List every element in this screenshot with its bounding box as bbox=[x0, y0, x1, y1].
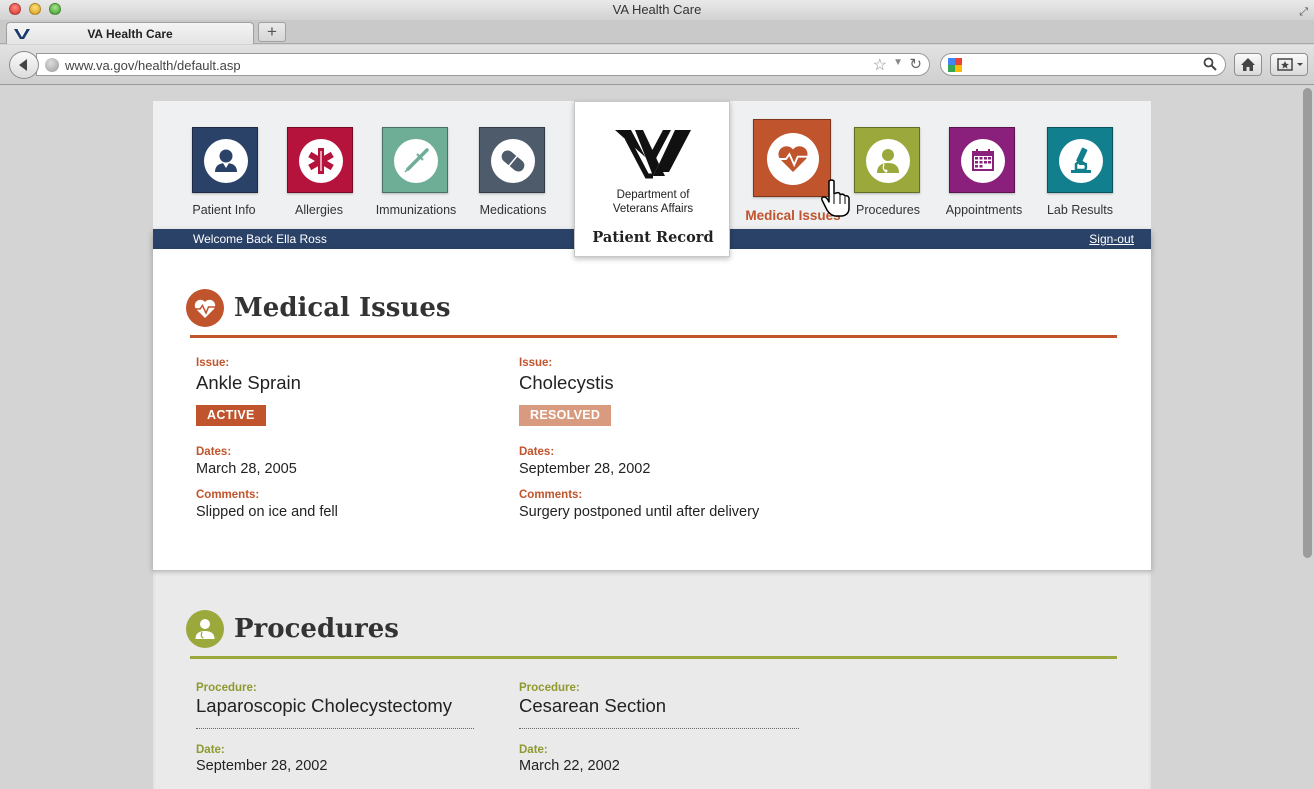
issue-name: Cholecystis bbox=[519, 372, 614, 393]
window-titlebar: VA Health Care ⤢ bbox=[0, 0, 1314, 20]
dates-label: Dates: bbox=[519, 446, 555, 458]
date-value: March 22, 2002 bbox=[519, 758, 620, 774]
nav-label-patient-info[interactable]: Patient Info bbox=[169, 203, 279, 217]
medical-issues-section: Medical Issues Issue: Ankle Sprain ACTIV… bbox=[153, 249, 1151, 570]
search-icon[interactable] bbox=[1203, 57, 1217, 71]
procedure-divider bbox=[196, 728, 474, 729]
status-badge: ACTIVE bbox=[196, 405, 266, 426]
pill-icon bbox=[491, 139, 535, 183]
reload-icon[interactable]: ↻ bbox=[909, 55, 922, 73]
navigation-toolbar: www.va.gov/health/default.asp ☆ ▼ ↻ bbox=[0, 45, 1314, 85]
globe-icon bbox=[45, 58, 59, 72]
procedure-divider bbox=[519, 728, 799, 729]
search-bar[interactable] bbox=[940, 53, 1226, 76]
hand-cursor-icon bbox=[821, 179, 850, 217]
window-title: VA Health Care bbox=[612, 2, 702, 17]
date-label: Date: bbox=[196, 744, 225, 756]
issue-name: Ankle Sprain bbox=[196, 372, 301, 393]
welcome-message: Welcome Back Ella Ross bbox=[193, 232, 327, 246]
syringe-icon bbox=[394, 139, 438, 183]
nav-tile-lab-results[interactable] bbox=[1047, 127, 1113, 193]
tab-title: VA Health Care bbox=[87, 27, 173, 41]
va-logo-card[interactable]: Department of Veterans Affairs Patient R… bbox=[574, 101, 730, 257]
nav-label-medications[interactable]: Medications bbox=[458, 203, 568, 217]
patient-record-label: Patient Record bbox=[592, 229, 714, 246]
minimize-window-button[interactable] bbox=[29, 3, 41, 15]
address-bar[interactable]: www.va.gov/health/default.asp ☆ ▼ ↻ bbox=[36, 53, 930, 76]
back-button[interactable] bbox=[9, 51, 39, 79]
nav-label-lab-results[interactable]: Lab Results bbox=[1025, 203, 1135, 217]
doctor-icon bbox=[866, 139, 910, 183]
url-text: www.va.gov/health/default.asp bbox=[65, 58, 241, 73]
heart-pulse-icon bbox=[186, 289, 224, 327]
va-logo-icon bbox=[615, 130, 691, 179]
dates-value: March 28, 2005 bbox=[196, 461, 297, 477]
va-health-site: Patient Info Allergies Immunizations Med… bbox=[153, 101, 1151, 789]
procedures-rule bbox=[190, 656, 1117, 659]
new-tab-button[interactable]: + bbox=[258, 22, 286, 42]
nav-tile-patient-info[interactable] bbox=[192, 127, 258, 193]
dates-value: September 28, 2002 bbox=[519, 461, 651, 477]
sign-out-link[interactable]: Sign-out bbox=[1089, 232, 1134, 246]
nav-tile-allergies[interactable] bbox=[287, 127, 353, 193]
nav-label-appointments[interactable]: Appointments bbox=[929, 203, 1039, 217]
nav-tile-procedures[interactable] bbox=[854, 127, 920, 193]
comments-label: Comments: bbox=[196, 489, 260, 501]
comments-value: Surgery postponed until after delivery bbox=[519, 504, 760, 520]
doctor-icon bbox=[186, 610, 224, 648]
bookmarks-menu-button[interactable] bbox=[1270, 53, 1308, 76]
nav-tile-immunizations[interactable] bbox=[382, 127, 448, 193]
dates-label: Dates: bbox=[196, 446, 232, 458]
nav-tile-appointments[interactable] bbox=[949, 127, 1015, 193]
status-badge: RESOLVED bbox=[519, 405, 612, 426]
issue-label: Issue: bbox=[196, 357, 230, 369]
va-department-name: Department of Veterans Affairs bbox=[575, 188, 731, 216]
procedures-title: Procedures bbox=[234, 614, 399, 644]
procedures-section: Procedures Procedure: Laparoscopic Chole… bbox=[153, 570, 1151, 789]
microscope-icon bbox=[1059, 139, 1103, 183]
home-button[interactable] bbox=[1234, 53, 1262, 76]
comments-label: Comments: bbox=[519, 489, 583, 501]
date-label: Date: bbox=[519, 744, 548, 756]
close-window-button[interactable] bbox=[9, 3, 21, 15]
person-icon bbox=[204, 139, 248, 183]
medical-star-icon bbox=[299, 139, 343, 183]
google-icon bbox=[948, 58, 962, 72]
heart-pulse-icon bbox=[767, 133, 819, 185]
vertical-scrollbar[interactable] bbox=[1303, 88, 1312, 558]
home-icon bbox=[1241, 58, 1255, 71]
procedure-label: Procedure: bbox=[519, 682, 580, 694]
medical-issues-title: Medical Issues bbox=[234, 293, 451, 323]
calendar-icon bbox=[961, 139, 1005, 183]
procedure-name: Laparoscopic Cholecystectomy bbox=[196, 695, 453, 716]
medical-issues-rule bbox=[190, 335, 1117, 338]
dept-line-2: Veterans Affairs bbox=[612, 203, 694, 215]
procedure-label: Procedure: bbox=[196, 682, 257, 694]
browser-tab[interactable]: VA Health Care bbox=[6, 22, 254, 44]
procedure-name: Cesarean Section bbox=[519, 695, 667, 716]
date-value: September 28, 2002 bbox=[196, 758, 328, 774]
page-viewport: Patient Info Allergies Immunizations Med… bbox=[0, 86, 1314, 789]
nav-label-immunizations[interactable]: Immunizations bbox=[361, 203, 471, 217]
back-arrow-icon bbox=[19, 59, 27, 71]
zoom-window-button[interactable] bbox=[49, 3, 61, 15]
nav-tile-medications[interactable] bbox=[479, 127, 545, 193]
history-dropdown-icon[interactable]: ▼ bbox=[893, 57, 903, 68]
tab-bar: VA Health Care + bbox=[0, 20, 1314, 44]
nav-label-allergies[interactable]: Allergies bbox=[264, 203, 374, 217]
issue-label: Issue: bbox=[519, 357, 553, 369]
dept-line-1: Department of bbox=[616, 189, 690, 201]
bookmarks-icon bbox=[1277, 58, 1303, 71]
comments-value: Slipped on ice and fell bbox=[196, 504, 338, 520]
bookmark-star-icon[interactable]: ☆ bbox=[873, 55, 887, 75]
